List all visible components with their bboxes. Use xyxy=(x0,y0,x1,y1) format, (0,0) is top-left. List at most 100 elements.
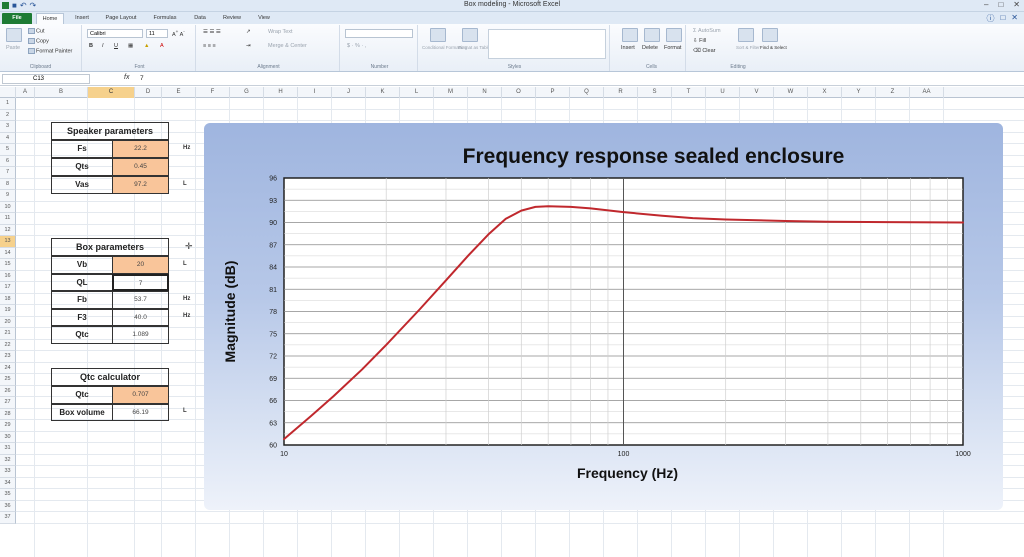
format-as-table-button[interactable]: Format as Table xyxy=(458,45,490,50)
grow-font-icon[interactable]: A+ A- xyxy=(172,29,185,38)
tab-data[interactable]: Data xyxy=(188,13,212,24)
row-header-16[interactable]: 16 xyxy=(0,270,16,282)
row-header-9[interactable]: 9 xyxy=(0,190,16,202)
row-header-10[interactable]: 10 xyxy=(0,201,16,213)
row-header-31[interactable]: 31 xyxy=(0,443,16,455)
column-header-v[interactable]: V xyxy=(740,87,774,98)
insert-cells-icon[interactable] xyxy=(622,28,638,42)
param-label[interactable]: Qtc xyxy=(51,386,113,404)
column-header-c[interactable]: C xyxy=(88,87,135,98)
row-header-37[interactable]: 37 xyxy=(0,512,16,524)
row-header-5[interactable]: 5 xyxy=(0,144,16,156)
column-header-w[interactable]: W xyxy=(774,87,808,98)
tab-view[interactable]: View xyxy=(252,13,276,24)
insert-button[interactable]: Insert xyxy=(621,45,635,51)
restore-icon[interactable]: □ xyxy=(1000,13,1005,24)
paste-button[interactable]: Paste xyxy=(6,45,20,51)
row-header-1[interactable]: 1 xyxy=(0,98,16,110)
font-color-icon[interactable]: A xyxy=(160,43,164,49)
paste-icon[interactable] xyxy=(6,28,22,42)
param-value[interactable]: 22.2 xyxy=(112,140,169,158)
tab-insert[interactable]: Insert xyxy=(68,13,96,24)
column-header-r[interactable]: R xyxy=(604,87,638,98)
param-value[interactable]: 0.707 xyxy=(112,386,169,404)
column-header-u[interactable]: U xyxy=(706,87,740,98)
param-label[interactable]: F3 xyxy=(51,308,113,326)
find-select-button[interactable]: Find & Select xyxy=(760,45,787,50)
merge-center-button[interactable]: Merge & Center xyxy=(268,43,307,49)
help-icon[interactable]: ⓘ xyxy=(986,13,994,24)
clear-button[interactable]: ⌫ Clear xyxy=(693,48,715,54)
sort-filter-icon[interactable] xyxy=(738,28,754,42)
copy-button[interactable]: Copy xyxy=(28,38,49,44)
column-header-a[interactable]: A xyxy=(16,87,35,98)
font-size-select[interactable]: 11 xyxy=(146,29,168,38)
align-top-icon[interactable]: ☰ ☰ ☰ xyxy=(203,29,221,35)
format-button[interactable]: Format xyxy=(664,45,681,51)
format-as-table-icon[interactable] xyxy=(462,28,478,42)
number-format-select[interactable] xyxy=(345,29,413,38)
row-header-15[interactable]: 15 xyxy=(0,259,16,271)
row-header-28[interactable]: 28 xyxy=(0,408,16,420)
select-all-corner[interactable] xyxy=(0,87,16,98)
row-header-12[interactable]: 12 xyxy=(0,224,16,236)
param-value[interactable]: 40.0 xyxy=(112,308,169,326)
tab-review[interactable]: Review xyxy=(218,13,246,24)
close-icon[interactable]: ✕ xyxy=(1013,0,1020,9)
param-value[interactable]: 7 xyxy=(112,273,169,291)
row-header-27[interactable]: 27 xyxy=(0,397,16,409)
row-header-33[interactable]: 33 xyxy=(0,466,16,478)
close-workbook-icon[interactable]: ✕ xyxy=(1011,13,1018,24)
bold-button[interactable]: B xyxy=(89,43,93,49)
minimize-icon[interactable]: – xyxy=(984,0,988,9)
italic-button[interactable]: I xyxy=(102,43,104,49)
cell-styles-gallery[interactable] xyxy=(488,29,606,59)
find-select-icon[interactable] xyxy=(762,28,778,42)
frequency-response-chart[interactable]: 60 63 66 69 72 75 78 81 84 87 90 93 96 10 100 1000 Frequ… xyxy=(204,123,1003,510)
tab-file[interactable]: File xyxy=(2,13,32,24)
qtc-calculator-title[interactable]: Qtc calculator xyxy=(51,368,169,386)
fx-icon[interactable]: fx xyxy=(124,74,129,81)
column-header-s[interactable]: S xyxy=(638,87,672,98)
column-header-x[interactable]: X xyxy=(808,87,842,98)
row-header-17[interactable]: 17 xyxy=(0,282,16,294)
row-header-32[interactable]: 32 xyxy=(0,454,16,466)
column-header-aa[interactable]: AA xyxy=(910,87,944,98)
param-value[interactable]: 53.7 xyxy=(112,291,169,309)
column-header-e[interactable]: E xyxy=(162,87,196,98)
delete-cells-icon[interactable] xyxy=(644,28,660,42)
param-label[interactable]: Vas xyxy=(51,176,113,194)
formula-input[interactable]: 7 xyxy=(140,75,144,82)
row-header-21[interactable]: 21 xyxy=(0,328,16,340)
row-header-26[interactable]: 26 xyxy=(0,385,16,397)
tab-home[interactable]: Home xyxy=(36,13,64,24)
maximize-icon[interactable]: □ xyxy=(998,0,1003,9)
column-header-p[interactable]: P xyxy=(536,87,570,98)
column-header-b[interactable]: B xyxy=(35,87,88,98)
conditional-formatting-icon[interactable] xyxy=(430,28,446,42)
column-header-y[interactable]: Y xyxy=(842,87,876,98)
name-box[interactable]: C13 xyxy=(2,74,90,84)
wrap-text-button[interactable]: Wrap Text xyxy=(268,29,293,35)
borders-icon[interactable]: ▦ xyxy=(128,43,133,49)
column-header-d[interactable]: D xyxy=(135,87,162,98)
row-header-6[interactable]: 6 xyxy=(0,155,16,167)
column-header-o[interactable]: O xyxy=(502,87,536,98)
row-header-3[interactable]: 3 xyxy=(0,121,16,133)
column-header-m[interactable]: M xyxy=(434,87,468,98)
cut-button[interactable]: Cut xyxy=(28,28,45,34)
row-header-23[interactable]: 23 xyxy=(0,351,16,363)
param-value[interactable]: 1.089 xyxy=(112,326,169,344)
row-header-7[interactable]: 7 xyxy=(0,167,16,179)
fill-button[interactable]: ⇩ Fill xyxy=(693,38,706,44)
row-header-4[interactable]: 4 xyxy=(0,132,16,144)
orientation-icon[interactable]: ↗ xyxy=(246,29,251,35)
param-label[interactable]: Vb xyxy=(51,256,113,274)
column-header-i[interactable]: I xyxy=(298,87,332,98)
param-value[interactable]: 97.2 xyxy=(112,176,169,194)
param-label[interactable]: Qtc xyxy=(51,326,113,344)
column-header-g[interactable]: G xyxy=(230,87,264,98)
column-header-k[interactable]: K xyxy=(366,87,400,98)
row-header-8[interactable]: 8 xyxy=(0,178,16,190)
box-parameters-title[interactable]: Box parameters xyxy=(51,238,169,256)
